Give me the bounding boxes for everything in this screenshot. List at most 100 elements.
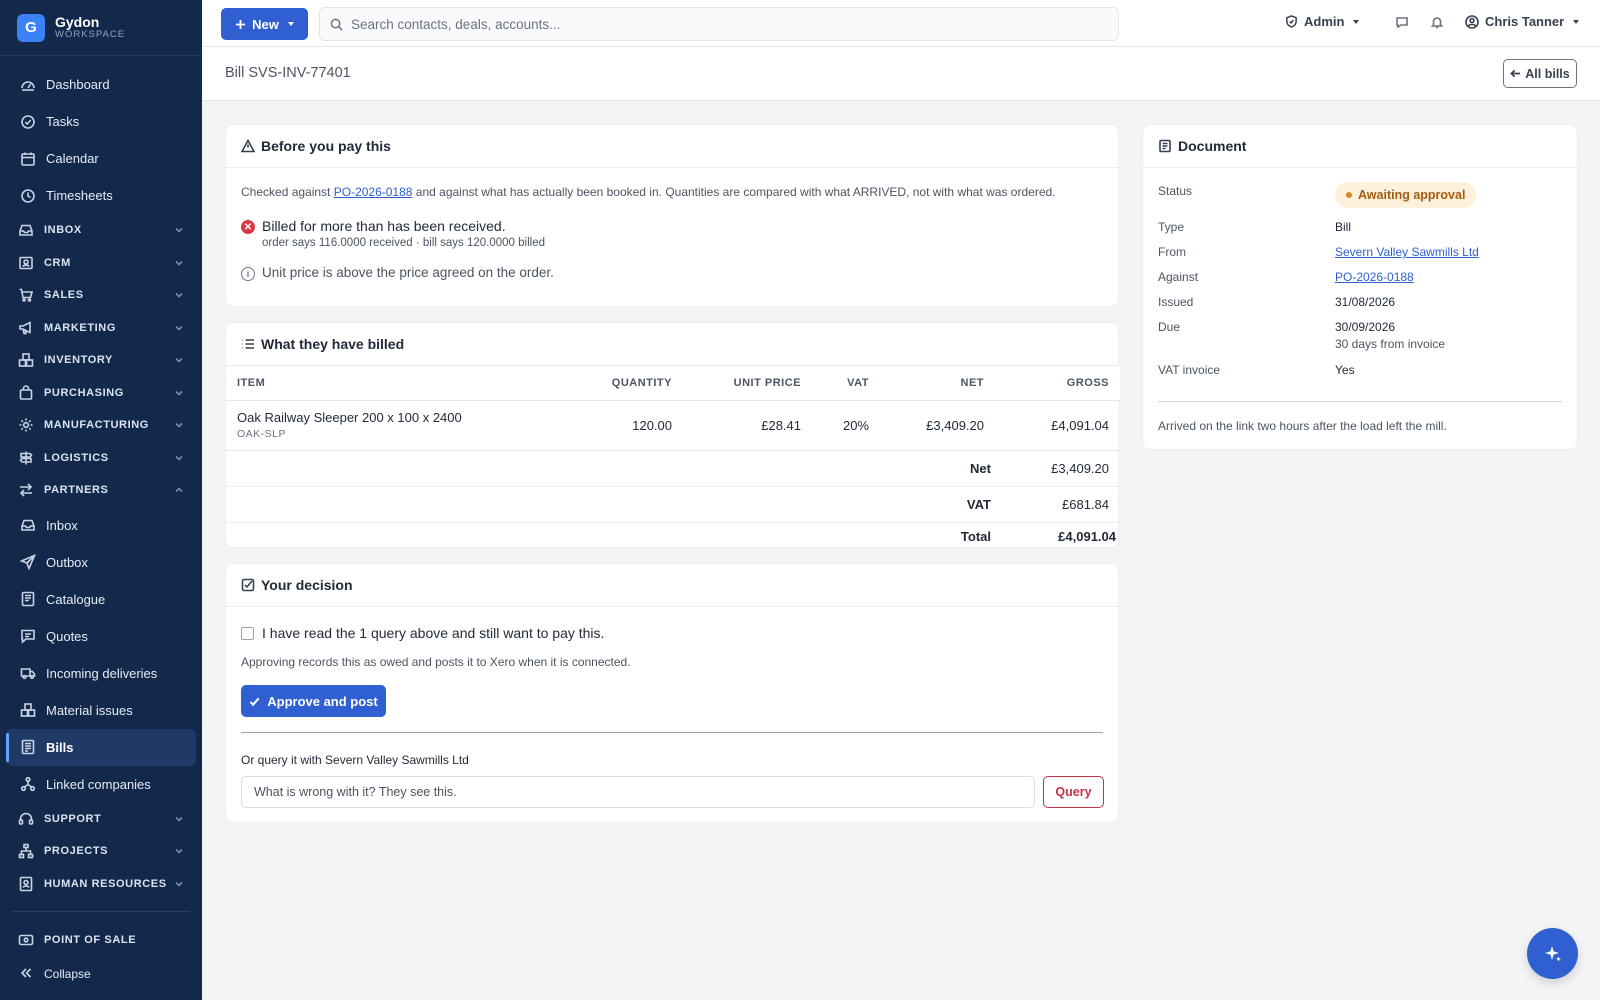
sidebar-item-bills[interactable]: Bills <box>6 728 196 766</box>
check-circle-icon <box>20 114 36 130</box>
caret-down-icon <box>287 22 294 26</box>
supplier-link[interactable]: Severn Valley Sawmills Ltd <box>1335 245 1479 259</box>
sidebar-section-crm[interactable]: CRM <box>0 247 202 280</box>
sidebar-section-marketing[interactable]: MARKETING <box>0 312 202 345</box>
sidebar-item-label: Timesheets <box>46 188 113 203</box>
column-header[interactable]: NET <box>880 366 995 401</box>
unit-price-cell: £28.41 <box>683 400 812 451</box>
inbox-icon <box>18 222 36 238</box>
grand-total-row: Total £4,091.04 <box>226 522 1120 550</box>
search-box <box>319 7 1119 41</box>
column-header[interactable]: ITEM <box>226 366 574 401</box>
sidebar-item-label: Tasks <box>46 114 80 129</box>
po-link[interactable]: PO-2026-0188 <box>1335 270 1414 284</box>
doc-status-row: Status Awaiting approval <box>1158 182 1564 210</box>
headset-icon <box>18 811 36 827</box>
column-header[interactable]: UNIT PRICE <box>683 366 812 401</box>
user-name: Chris Tanner <box>1485 14 1565 29</box>
sidebar-section-sales[interactable]: SALES <box>0 279 202 312</box>
network-icon <box>20 776 36 792</box>
sidebar-item-dashboard[interactable]: Dashboard <box>0 66 202 103</box>
query-button[interactable]: Query <box>1043 776 1104 808</box>
confirm-checkbox[interactable] <box>241 626 254 640</box>
clock-icon <box>20 188 36 204</box>
check-error: ✕ Billed for more than has been received… <box>241 218 545 249</box>
gear-icon <box>18 417 36 433</box>
sidebar-item-label: CRM <box>44 256 71 269</box>
collapse-button[interactable]: Collapse <box>0 956 202 992</box>
new-button[interactable]: New <box>221 8 308 40</box>
brand-logo: G <box>17 13 45 42</box>
sidebar-item-quotes[interactable]: Quotes <box>0 618 202 655</box>
catalogue-icon <box>20 591 36 607</box>
sidebar-item-label: INVENTORY <box>44 354 113 367</box>
admin-menu[interactable]: Admin <box>1285 14 1360 29</box>
chevrons-left-icon <box>20 967 32 982</box>
chevron-down-icon <box>174 290 184 300</box>
user-menu[interactable]: Chris Tanner <box>1465 14 1580 29</box>
search-input[interactable] <box>351 16 1091 32</box>
sidebar-section-manufacturing[interactable]: MANUFACTURING <box>0 409 202 442</box>
sidebar-item-point-of-sale[interactable]: POINT OF SALE <box>0 924 202 957</box>
column-header[interactable]: GROSS <box>995 366 1120 401</box>
table-header-row: ITEM QUANTITY UNIT PRICE VAT NET GROSS <box>226 366 1120 401</box>
query-input[interactable] <box>241 776 1035 808</box>
item-name: Oak Railway Sleeper 200 x 100 x 2400 <box>237 410 462 425</box>
sidebar-section-purchasing[interactable]: PURCHASING <box>0 377 202 410</box>
item-cell: Oak Railway Sleeper 200 x 100 x 2400 OAK… <box>226 400 574 451</box>
doc-label: Type <box>1158 220 1185 234</box>
divider <box>1158 401 1562 402</box>
chevron-down-icon <box>174 388 184 398</box>
sidebar-item-timesheets[interactable]: Timesheets <box>0 177 202 214</box>
sidebar-item-material-issues[interactable]: Material issues <box>0 692 202 729</box>
notifications-button[interactable] <box>1430 15 1446 31</box>
user-circle-icon <box>1465 14 1479 29</box>
sidebar-item-catalogue[interactable]: Catalogue <box>0 581 202 618</box>
column-header[interactable]: QUANTITY <box>574 366 683 401</box>
sidebar-section-projects[interactable]: PROJECTS <box>0 835 202 868</box>
warning-triangle-icon <box>241 139 255 153</box>
due-date: 30/09/2026 <box>1335 320 1396 334</box>
checkbox-checked-icon <box>241 578 255 592</box>
po-link[interactable]: PO-2026-0188 <box>334 185 413 199</box>
sidebar-section-inventory[interactable]: INVENTORY <box>0 344 202 377</box>
sidebar-item-inbox[interactable]: Inbox <box>0 507 202 544</box>
column-header[interactable]: VAT <box>812 366 880 401</box>
doc-issued-value: 31/08/2026 <box>1335 295 1396 309</box>
sidebar-item-label: Calendar <box>46 151 99 166</box>
sidebar-item-label: POINT OF SALE <box>44 933 137 946</box>
chevron-down-icon <box>174 846 184 856</box>
sidebar-item-label: Outbox <box>46 554 88 570</box>
chevron-up-icon <box>174 485 184 495</box>
messages-button[interactable] <box>1395 15 1411 31</box>
sidebar-section-human-resources[interactable]: HUMAN RESOURCES <box>0 868 202 901</box>
sidebar-item-tasks[interactable]: Tasks <box>0 103 202 140</box>
sidebar-section-support[interactable]: SUPPORT <box>0 803 202 836</box>
sidebar-item-linked-companies[interactable]: Linked companies <box>0 766 202 803</box>
ai-assistant-button[interactable] <box>1527 928 1578 979</box>
sidebar-item-calendar[interactable]: Calendar <box>0 140 202 177</box>
chevron-down-icon <box>174 879 184 889</box>
billed-card-header: What they have billed <box>226 323 1118 366</box>
check-error-title: Billed for more than has been received. <box>262 218 506 234</box>
chat-icon <box>1396 17 1408 29</box>
sidebar-section-logistics[interactable]: LOGISTICS <box>0 442 202 475</box>
vat-cell: 20% <box>812 400 880 451</box>
approve-and-post-button[interactable]: Approve and post <box>241 685 386 717</box>
confirm-checkbox-row[interactable]: I have read the 1 query above and still … <box>241 625 604 641</box>
sidebar-section-inbox[interactable]: INBOX <box>0 214 202 247</box>
brand[interactable]: G Gydon WORKSPACE <box>0 0 202 56</box>
sidebar-item-label: SALES <box>44 289 84 302</box>
item-code: OAK-SLP <box>237 428 287 440</box>
billed-card: What they have billed ITEM QUANTITY UNIT… <box>225 322 1120 550</box>
all-bills-button[interactable]: All bills <box>1503 59 1577 88</box>
sidebar-section-partners[interactable]: PARTNERS <box>0 474 202 507</box>
table-row[interactable]: Oak Railway Sleeper 200 x 100 x 2400 OAK… <box>226 400 1120 451</box>
doc-label: From <box>1158 245 1186 259</box>
sidebar-item-outbox[interactable]: Outbox <box>0 544 202 581</box>
confirm-text: I have read the 1 query above and still … <box>262 625 605 641</box>
checks-intro-suffix: and against what has actually been booke… <box>412 185 1056 199</box>
hierarchy-icon <box>18 843 36 859</box>
brand-name: Gydon <box>55 14 100 31</box>
sidebar-item-incoming-deliveries[interactable]: Incoming deliveries <box>0 655 202 692</box>
